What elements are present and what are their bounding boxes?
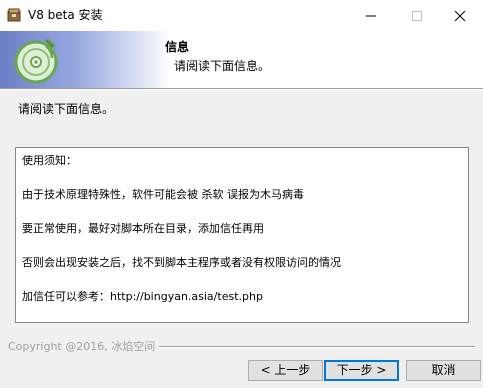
back-button[interactable]: < 上一步 <box>248 360 323 381</box>
header-title: 信息 <box>165 40 190 54</box>
info-line: 加信任可以参考：http://bingyan.asia/test.php <box>22 290 263 303</box>
install-disc-icon <box>14 38 58 84</box>
minimize-button[interactable] <box>348 0 394 31</box>
minimize-icon <box>366 15 376 16</box>
maximize-button[interactable] <box>394 0 440 31</box>
branding-line <box>158 346 475 348</box>
next-button[interactable]: 下一步 > <box>324 360 399 381</box>
info-line: 由于技术原理特殊性，软件可能会被 杀软 误报为木马病毒 <box>22 188 304 201</box>
header-subtitle: 请阅读下面信息。 <box>174 59 271 73</box>
window-title: V8 beta 安装 <box>28 8 103 22</box>
cancel-button[interactable]: 取消 <box>406 360 481 381</box>
app-icon <box>7 8 21 22</box>
installer-window: V8 beta 安装 信息 请阅读下面信息。 请阅读下面信息。 使用须知： 由于… <box>0 0 483 388</box>
intro-text: 请阅读下面信息。 <box>18 102 115 116</box>
branding-separator: Copyright @2016, 冰焰空间 <box>8 340 475 354</box>
info-line: 要正常使用，最好对脚本所在目录，添加信任再用 <box>22 222 264 235</box>
info-text-area[interactable]: 使用须知： 由于技术原理特殊性，软件可能会被 杀软 误报为木马病毒 要正常使用，… <box>15 147 469 323</box>
info-line: 否则会出现安装之后，找不到脚本主程序或者没有权限访问的情况 <box>22 256 341 269</box>
info-line: 使用须知： <box>22 154 77 167</box>
title-bar[interactable]: V8 beta 安装 <box>0 0 483 31</box>
maximize-icon <box>412 10 422 21</box>
header-divider <box>0 88 483 90</box>
header-banner: 信息 请阅读下面信息。 <box>0 31 483 88</box>
close-button[interactable] <box>437 0 483 31</box>
branding-text: Copyright @2016, 冰焰空间 <box>8 340 160 354</box>
close-icon <box>455 10 465 21</box>
